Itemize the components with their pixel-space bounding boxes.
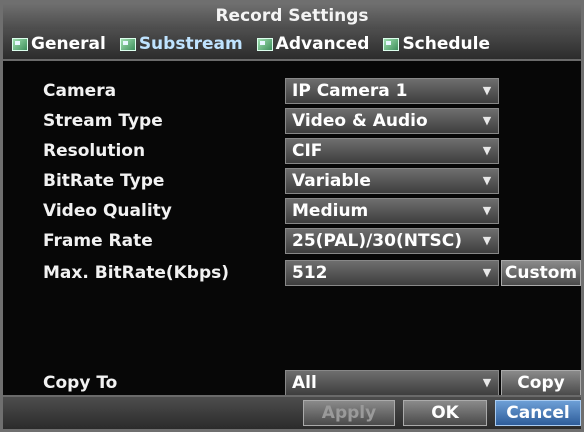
frame-rate-select[interactable]: 25(PAL)/30(NTSC) ▼ [285, 228, 499, 254]
apply-button[interactable]: Apply [303, 400, 395, 426]
stream-type-select[interactable]: Video & Audio ▼ [285, 108, 499, 134]
row-camera: Camera IP Camera 1 ▼ [3, 77, 581, 105]
tab-advanced[interactable]: Advanced [254, 32, 373, 56]
row-bitrate-type: BitRate Type Variable ▼ [3, 167, 581, 195]
copy-button[interactable]: Copy [501, 370, 581, 396]
tab-substream-label: Substream [138, 34, 243, 54]
tab-icon [383, 37, 400, 51]
video-quality-select[interactable]: Medium ▼ [285, 198, 499, 224]
resolution-value: CIF [292, 141, 323, 161]
max-bitrate-label: Max. BitRate(Kbps) [43, 263, 230, 283]
max-bitrate-value: 512 [292, 263, 328, 283]
bitrate-type-label: BitRate Type [43, 171, 165, 191]
tab-general-label: General [31, 34, 106, 54]
camera-label: Camera [43, 81, 117, 101]
tab-substream[interactable]: Substream [117, 32, 246, 56]
row-max-bitrate: Max. BitRate(Kbps) 512 ▼ Custom [3, 259, 581, 287]
resolution-label: Resolution [43, 141, 146, 161]
chevron-down-icon[interactable]: ▼ [479, 112, 495, 130]
chevron-down-icon[interactable]: ▼ [479, 374, 495, 392]
stream-type-value: Video & Audio [292, 111, 428, 131]
video-quality-label: Video Quality [43, 201, 172, 221]
chevron-down-icon[interactable]: ▼ [479, 202, 495, 220]
record-settings-dialog: Record Settings General Substream Advanc… [0, 0, 584, 432]
tab-bar: General Substream Advanced Schedule [3, 29, 581, 61]
chevron-down-icon[interactable]: ▼ [479, 172, 495, 190]
row-stream-type: Stream Type Video & Audio ▼ [3, 107, 581, 135]
chevron-down-icon[interactable]: ▼ [479, 142, 495, 160]
camera-value: IP Camera 1 [292, 81, 408, 101]
row-video-quality: Video Quality Medium ▼ [3, 197, 581, 225]
row-frame-rate: Frame Rate 25(PAL)/30(NTSC) ▼ [3, 227, 581, 255]
row-resolution: Resolution CIF ▼ [3, 137, 581, 165]
stream-type-label: Stream Type [43, 111, 163, 131]
resolution-select[interactable]: CIF ▼ [285, 138, 499, 164]
bitrate-type-value: Variable [292, 171, 371, 191]
copy-to-select[interactable]: All ▼ [285, 370, 499, 396]
copy-to-value: All [292, 373, 317, 393]
dialog-footer: Apply OK Cancel [3, 395, 581, 429]
row-copy-to: Copy To All ▼ Copy [3, 369, 581, 397]
tab-icon [119, 37, 136, 51]
custom-button[interactable]: Custom [501, 260, 581, 286]
dialog-title: Record Settings [3, 3, 581, 29]
chevron-down-icon[interactable]: ▼ [479, 82, 495, 100]
frame-rate-label: Frame Rate [43, 231, 153, 251]
tab-advanced-label: Advanced [275, 34, 370, 54]
chevron-down-icon[interactable]: ▼ [479, 232, 495, 250]
ok-button[interactable]: OK [403, 400, 487, 426]
cancel-button[interactable]: Cancel [495, 400, 581, 426]
tab-schedule[interactable]: Schedule [380, 32, 493, 56]
camera-select[interactable]: IP Camera 1 ▼ [285, 78, 499, 104]
copy-to-label: Copy To [43, 373, 118, 393]
video-quality-value: Medium [292, 201, 369, 221]
frame-rate-value: 25(PAL)/30(NTSC) [292, 231, 463, 251]
chevron-down-icon[interactable]: ▼ [479, 264, 495, 282]
tab-icon [12, 37, 28, 51]
bitrate-type-select[interactable]: Variable ▼ [285, 168, 499, 194]
tab-icon [256, 37, 273, 51]
tab-schedule-label: Schedule [402, 34, 491, 54]
max-bitrate-select[interactable]: 512 ▼ [285, 260, 499, 286]
tab-general[interactable]: General [9, 32, 109, 56]
